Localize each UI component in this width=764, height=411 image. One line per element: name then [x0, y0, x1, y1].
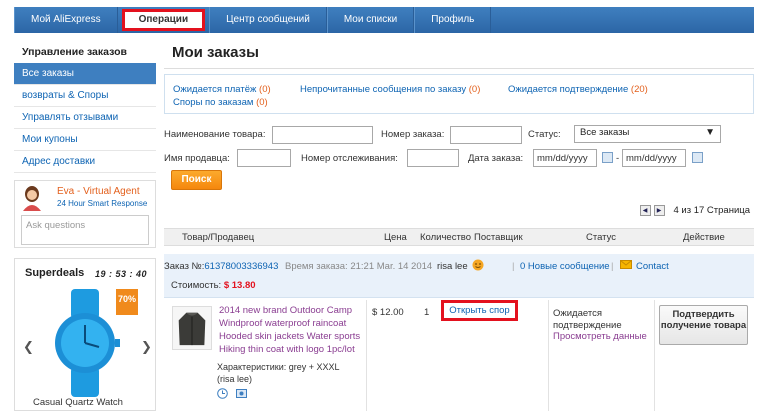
nav-my-lists[interactable]: Мои списки [326, 7, 415, 33]
column-divider [548, 300, 549, 411]
envelope-icon[interactable] [620, 260, 632, 269]
superdeals-title: Superdeals [25, 267, 85, 279]
search-button[interactable]: Поиск [171, 170, 222, 190]
seller-name-label: Имя продавца: [164, 153, 230, 164]
confirm-receipt-button[interactable]: Подтвердить получение товара [659, 305, 748, 345]
superdeals-timer: 19 : 53 : 40 [95, 269, 148, 279]
top-navigation: Мой AliExpress Операции Центр сообщений … [14, 7, 754, 33]
clock-icon[interactable] [217, 388, 228, 399]
order-header: Заказ №:61378003336943 Время заказа: 21:… [164, 254, 754, 298]
agent-avatar-icon [23, 186, 41, 211]
title-divider [164, 68, 754, 69]
product-title-link[interactable]: 2014 new brand Outdoor Camp Windproof wa… [219, 304, 367, 356]
discount-badge: 70% [116, 289, 138, 315]
product-attributes: Характеристики: grey + XXXL (risa lee) [217, 362, 340, 384]
order-number-input[interactable] [450, 126, 522, 144]
order-separator: | [611, 261, 614, 272]
date-separator: - [616, 153, 620, 164]
sidebar-item-coupons[interactable]: Мои купоны [14, 129, 156, 151]
order-number-link[interactable]: 61378003336943 [204, 261, 278, 272]
col-quantity: Количество [420, 232, 472, 243]
pagination: ◀ ▶ 4 из 17 Страница [639, 205, 751, 216]
calendar-icon[interactable] [602, 152, 613, 163]
tracking-number-label: Номер отслеживания: [301, 153, 398, 164]
watch-product-image[interactable] [43, 289, 127, 397]
agent-name: Eva - Virtual Agent [57, 186, 140, 197]
calendar-icon[interactable] [692, 152, 703, 163]
order-number-label: Номер заказа: [381, 129, 445, 140]
order-number: Заказ №:61378003336943 [164, 261, 279, 272]
filter-awaiting-payment[interactable]: Ожидается платёж (0) [173, 84, 271, 95]
filter-unread-messages[interactable]: Непрочитанные сообщения по заказу (0) [300, 84, 480, 95]
nav-my-aliexpress[interactable]: Мой AliExpress [14, 7, 118, 33]
tracking-number-input[interactable] [407, 149, 459, 167]
sidebar: Управление заказов Все заказы возвраты &… [14, 40, 156, 173]
ask-questions-input[interactable]: Ask questions [21, 215, 149, 245]
product-name-label: Наименование товара: [164, 129, 266, 140]
chevron-right-icon[interactable]: ❯ [141, 339, 152, 355]
sidebar-item-returns-disputes[interactable]: возвраты & Споры [14, 85, 156, 107]
order-time: Время заказа: 21:21 Mar. 14 2014 [285, 261, 433, 272]
order-price: $ 12.00 [372, 307, 404, 318]
page-title: Мои заказы [172, 44, 259, 61]
orders-table-header: Товар/Продавец Цена Количество Поставщик… [164, 228, 754, 246]
col-supplier: Поставщик [474, 232, 523, 243]
sidebar-item-manage-feedback[interactable]: Управлять отзывами [14, 107, 156, 129]
date-from-input[interactable] [533, 149, 597, 167]
contact-link[interactable]: Contact [636, 261, 669, 272]
order-quantity: 1 [424, 307, 430, 318]
order-separator: | [512, 261, 515, 272]
sidebar-item-shipping-address[interactable]: Адрес доставки [14, 151, 156, 173]
order-filters: Ожидается платёж (0) Непрочитанные сообщ… [164, 74, 754, 114]
status-select[interactable]: Все заказы ▼ [574, 125, 721, 143]
order-seller[interactable]: risa lee [437, 261, 468, 272]
filter-disputes[interactable]: Споры по заказам (0) [173, 97, 268, 108]
next-page-icon[interactable]: ▶ [653, 205, 665, 216]
date-to-input[interactable] [622, 149, 686, 167]
column-divider [654, 300, 655, 411]
jacket-product-image[interactable] [172, 306, 212, 350]
col-status: Статус [586, 232, 617, 243]
sidebar-title: Управление заказов [22, 46, 127, 58]
virtual-agent-widget: Eva - Virtual Agent 24 Hour Smart Respon… [14, 180, 156, 248]
col-price: Цена [384, 232, 407, 243]
product-name-input[interactable] [272, 126, 373, 144]
superdeals-product-name[interactable]: Casual Quartz Watch [33, 397, 123, 408]
col-product-seller: Товар/Продавец [182, 232, 255, 243]
chat-smiley-icon[interactable] [472, 259, 484, 271]
agent-subtitle: 24 Hour Smart Response [57, 199, 148, 208]
order-cost: Стоимость: $ 13.80 [171, 280, 256, 291]
chevron-left-icon[interactable]: ❮ [23, 339, 34, 355]
open-dispute-button[interactable]: Открыть спор [441, 300, 518, 321]
seller-name-input[interactable] [237, 149, 291, 167]
prev-page-icon[interactable]: ◀ [639, 205, 651, 216]
nav-operations[interactable]: Операции [121, 9, 206, 31]
view-details-link[interactable]: Просмотреть данные [553, 331, 647, 342]
sidebar-item-all-orders[interactable]: Все заказы [14, 63, 156, 85]
nav-message-center[interactable]: Центр сообщений [209, 7, 327, 33]
filter-awaiting-confirmation[interactable]: Ожидается подтверждение (20) [508, 84, 648, 95]
page-indicator: 4 из 17 Страница [673, 205, 751, 216]
order-date-label: Дата заказа: [468, 153, 524, 164]
order-row: 2014 new brand Outdoor Camp Windproof wa… [164, 300, 754, 411]
nav-profile[interactable]: Профиль [414, 7, 492, 33]
status-label: Статус: [528, 129, 561, 140]
order-status: Ожидается подтверждение [553, 308, 622, 331]
superdeals-widget: Superdeals 19 : 53 : 40 70% ❮ ❯ Casual Q… [14, 258, 156, 411]
dropdown-arrow-icon: ▼ [705, 127, 715, 138]
new-messages-link[interactable]: 0 Новые сообщение [520, 261, 610, 272]
col-action: Действие [683, 232, 725, 243]
snapshot-icon[interactable] [236, 388, 247, 399]
